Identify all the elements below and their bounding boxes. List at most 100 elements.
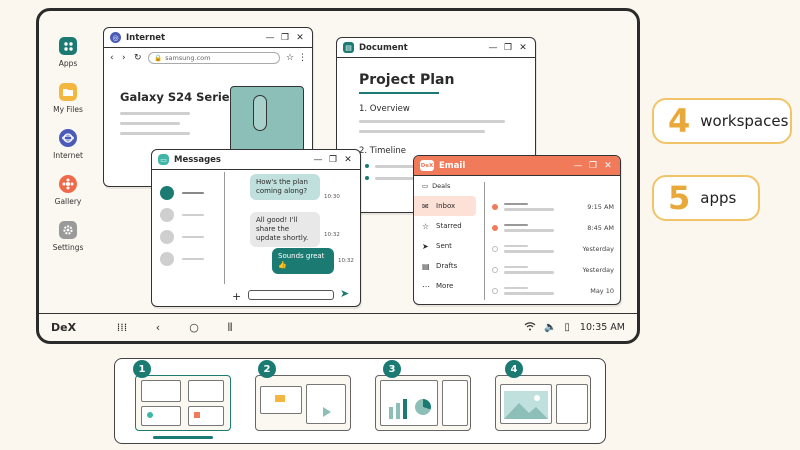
home-icon[interactable]: ○ [183, 321, 205, 334]
contact-item[interactable] [160, 182, 204, 204]
send-icon: ➤ [422, 241, 429, 251]
email-row[interactable]: 9:15 AM [492, 196, 614, 217]
contact-list [160, 182, 204, 270]
email-time: May 10 [590, 286, 614, 295]
wifi-icon[interactable] [524, 321, 536, 334]
email-row[interactable]: May 10 [492, 280, 614, 301]
nav-inbox[interactable]: ✉ Inbox [414, 196, 476, 216]
apps-grid-icon [59, 37, 77, 55]
more-icon: ⋯ [422, 281, 430, 291]
apps-grid-icon[interactable]: ⁞⁞⁞ [111, 321, 133, 334]
email-titlebar[interactable]: DeX Email — ❐ ✕ [414, 156, 620, 176]
section-heading: 2. Timeline [359, 146, 406, 156]
nav-label: Drafts [436, 262, 458, 270]
stat-workspaces: 4 workspaces [652, 98, 792, 144]
account-header[interactable]: ▭ Deals [422, 182, 450, 190]
back-icon[interactable]: ‹ [147, 321, 169, 334]
bullet [365, 164, 369, 168]
avatar [160, 208, 174, 222]
internet-titlebar[interactable]: ◎ Internet — ❐ ✕ [104, 28, 312, 48]
account-name: Deals [432, 182, 451, 190]
text-line [120, 112, 190, 115]
maximize-icon[interactable]: ❐ [502, 43, 514, 53]
email-time: 8:45 AM [587, 223, 614, 232]
nav-more[interactable]: ⋯ More [414, 276, 480, 296]
text-line [359, 120, 505, 123]
close-icon[interactable]: ✕ [602, 161, 614, 171]
maximize-icon[interactable]: ❐ [327, 155, 339, 165]
read-dot [492, 287, 498, 294]
workspace-thumbnail-3[interactable] [375, 375, 471, 431]
text-line [375, 177, 415, 180]
dock-item-gallery[interactable]: Gallery [43, 175, 93, 221]
mini-window [260, 386, 302, 414]
unread-dot [492, 224, 498, 231]
email-time: Yesterday [582, 265, 614, 274]
mini-window [500, 384, 552, 424]
email-row[interactable]: Yesterday [492, 259, 614, 280]
menu-icon[interactable]: ⋮ [298, 53, 307, 63]
back-icon[interactable]: ‹ [110, 53, 122, 63]
active-workspace-indicator [153, 436, 213, 439]
dock-item-apps[interactable]: Apps [43, 37, 93, 83]
maximize-icon[interactable]: ❐ [279, 33, 291, 43]
text-line [359, 130, 485, 133]
camera-icon [253, 95, 267, 131]
volume-icon[interactable]: 🔈 [544, 322, 556, 333]
stat-number: 5 [668, 179, 691, 217]
refresh-icon[interactable]: ↻ [134, 53, 148, 63]
url-bar[interactable]: 🔒 samsung.com [148, 52, 280, 64]
email-row[interactable]: Yesterday [492, 238, 614, 259]
email-window[interactable]: DeX Email — ❐ ✕ ▭ Deals ✉ Inbox ☆ Starred … [413, 155, 621, 305]
add-attachment-icon[interactable]: + [232, 290, 241, 303]
dock-label: Internet [53, 151, 83, 160]
heading-underline [359, 92, 439, 94]
drafts-icon: ▤ [422, 261, 430, 271]
document-titlebar[interactable]: ▤ Document — ❐ ✕ [337, 38, 535, 58]
nav-starred[interactable]: ☆ Starred [414, 216, 480, 236]
contact-item[interactable] [160, 204, 204, 226]
email-row[interactable]: 8:45 AM [492, 217, 614, 238]
nav-label: More [436, 282, 454, 290]
message-bubble: How's the plan coming along? [250, 174, 320, 200]
nav-drafts[interactable]: ▤ Drafts [414, 256, 480, 276]
close-icon[interactable]: ✕ [517, 43, 529, 53]
inbox-tray-icon: ▭ [422, 182, 429, 190]
mini-window [306, 384, 346, 424]
forward-icon[interactable]: › [122, 53, 134, 63]
dock-label: Apps [58, 59, 78, 68]
minimize-icon[interactable]: — [312, 155, 324, 165]
bullet [365, 176, 369, 180]
close-icon[interactable]: ✕ [342, 155, 354, 165]
contact-item[interactable] [160, 248, 204, 270]
mini-window [188, 380, 224, 402]
dex-logo[interactable]: DeX [51, 321, 91, 334]
dock-item-my-files[interactable]: My Files [43, 83, 93, 129]
mini-window [141, 380, 181, 402]
star-icon[interactable]: ☆ [286, 53, 298, 63]
divider [484, 182, 486, 300]
nav-sent[interactable]: ➤ Sent [414, 236, 480, 256]
recents-icon[interactable]: ⦀ [219, 321, 241, 335]
messages-titlebar[interactable]: ▭ Messages — ❐ ✕ [152, 150, 360, 170]
message-input[interactable] [248, 290, 334, 300]
window-title: Messages [174, 154, 221, 165]
workspace-thumbnail-1[interactable] [135, 375, 231, 431]
close-icon[interactable]: ✕ [294, 33, 306, 43]
workspace-thumbnail-2[interactable] [255, 375, 351, 431]
workspace-thumbnail-4[interactable] [495, 375, 591, 431]
message-time: 10:30 [324, 194, 340, 200]
send-icon[interactable]: ➤ [340, 287, 349, 300]
dock-item-internet[interactable]: Internet [43, 129, 93, 175]
contact-item[interactable] [160, 226, 204, 248]
dock-item-settings[interactable]: Settings [43, 221, 93, 267]
minimize-icon[interactable]: — [264, 33, 276, 43]
stat-label: apps [700, 189, 737, 207]
maximize-icon[interactable]: ❐ [587, 161, 599, 171]
minimize-icon[interactable]: — [572, 161, 584, 171]
stat-number: 4 [668, 102, 691, 140]
messages-window[interactable]: ▭ Messages — ❐ ✕ How's the plan coming a… [151, 149, 361, 307]
minimize-icon[interactable]: — [487, 43, 499, 53]
mini-window [442, 380, 468, 426]
read-dot [492, 245, 498, 252]
